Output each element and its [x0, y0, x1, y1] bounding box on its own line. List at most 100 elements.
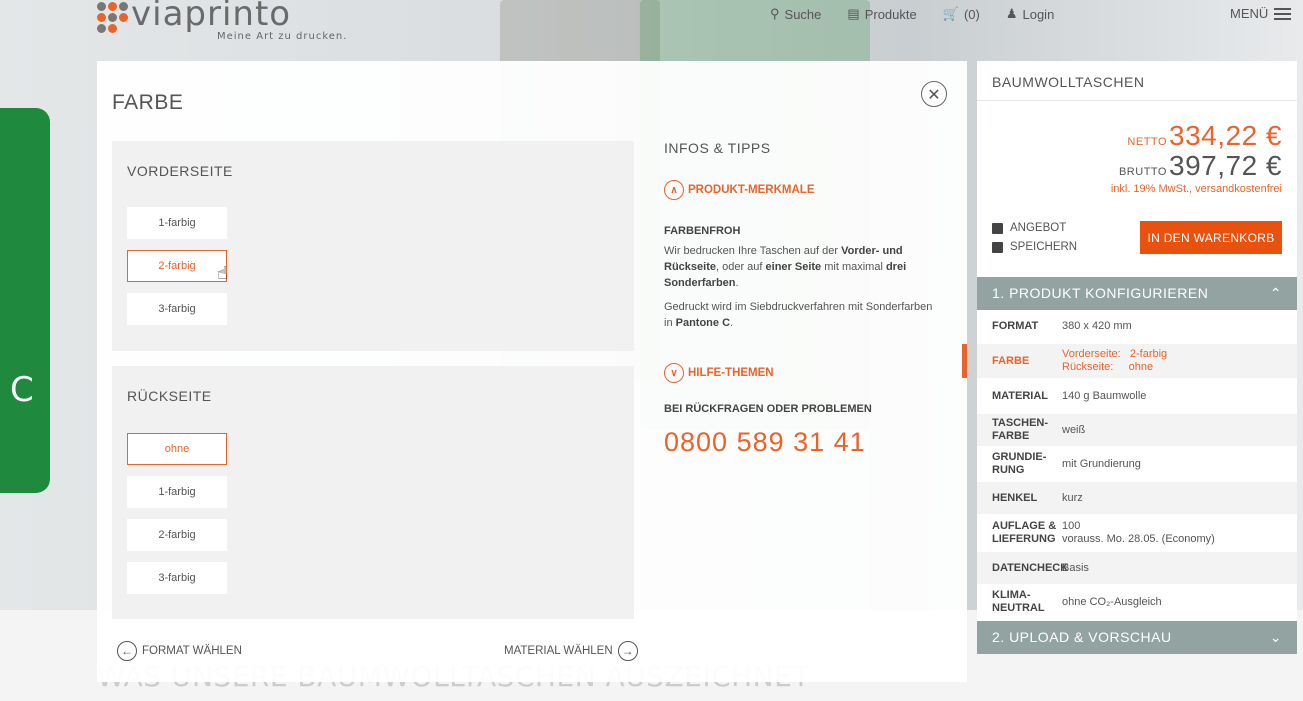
config-value: 100 vorauss. Mo. 28.05. (Economy) — [1062, 520, 1215, 545]
search-icon: ⚲ — [770, 6, 780, 21]
section-upload-header[interactable]: 2. UPLOAD & VORSCHAU ⌄ — [977, 621, 1297, 654]
save-link[interactable]: SPEICHERN — [992, 241, 1077, 253]
netto-price: NETTO 334,22 € — [1111, 121, 1282, 151]
next-step-link[interactable]: MATERIAL WÄHLEN → — [504, 641, 638, 661]
chevron-down-icon: ⌄ — [1269, 629, 1282, 645]
config-value: 140 g Baumwolle — [1062, 389, 1147, 402]
print-process-text: Gedruckt wird im Siebdruckverfahren mit … — [664, 301, 933, 329]
section-label: 1. PRODUKT KONFIGURIEREN — [992, 285, 1209, 301]
config-key: HENKEL — [992, 491, 1038, 504]
config-key: FORMAT — [992, 320, 1039, 332]
logo-mark-icon — [97, 2, 129, 33]
config-value: Basis — [1062, 561, 1089, 574]
logo[interactable]: viaprinto Meine Art zu drucken. — [97, 0, 347, 48]
contact-heading: BEI RÜCKFRAGEN ODER PROBLEMEN — [664, 403, 872, 415]
top-navigation: ⚲ Suche ▤ Produkte 🛒 (0) ♟ Login — [770, 6, 1054, 22]
config-row-handle[interactable]: HENKEL kurz — [977, 482, 1297, 516]
next-step-label: MATERIAL WÄHLEN — [504, 645, 613, 657]
config-value: ohne CO₂-Ausgleich — [1062, 595, 1162, 608]
config-row-climate-neutral[interactable]: KLIMA- NEUTRAL ohne CO₂-Ausgleich — [977, 586, 1297, 620]
prev-step-link[interactable]: ← FORMAT WÄHLEN — [117, 641, 242, 661]
accordion-product-features[interactable]: ∧ PRODUKT-MERKMALE — [664, 180, 815, 200]
product-title: BAUMWOLLTASCHEN — [977, 61, 1297, 101]
nav-label: Suche — [784, 6, 822, 22]
config-key: DATENCHECK — [992, 561, 1069, 574]
config-row-bag-color[interactable]: TASCHEN- FARBE weiß — [977, 414, 1297, 448]
chevron-up-icon: ⌃ — [1269, 285, 1282, 301]
add-to-cart-button[interactable]: IN DEN WARENKORB — [1140, 221, 1282, 254]
phone-number[interactable]: 0800 589 31 41 — [664, 427, 866, 458]
cart-icon: 🛒 — [942, 6, 959, 21]
config-value: Vorderseite: 2-farbig Rückseite: ohne — [1062, 348, 1168, 373]
hamburger-icon — [1274, 7, 1292, 20]
prev-step-label: FORMAT WÄHLEN — [142, 645, 242, 657]
config-value: 380 x 420 mm — [1062, 320, 1132, 332]
config-row-format[interactable]: FORMAT 380 x 420 mm — [977, 311, 1297, 344]
hand-cursor-icon: ☝ — [217, 263, 228, 284]
nav-search[interactable]: ⚲ Suche — [770, 6, 821, 22]
config-row-quantity-delivery[interactable]: AUFLAGE & LIEFERUNG 100 vorauss. Mo. 28.… — [977, 516, 1297, 552]
config-key: MATERIAL — [992, 389, 1049, 402]
front-side-box: VORDERSEITE 1-farbig 2-farbig 3-farbig — [112, 141, 634, 351]
logo-tagline: Meine Art zu drucken. — [217, 31, 348, 42]
config-row-farbe[interactable]: FARBE Vorderseite: 2-farbig Rückseite: o… — [977, 344, 1297, 380]
arrow-right-icon: → — [617, 641, 638, 661]
config-list: FORMAT 380 x 420 mm FARBE Vorderseite: 2… — [977, 311, 1297, 620]
cart-count: (0) — [963, 6, 980, 22]
chevron-up-icon: ∧ — [664, 180, 684, 200]
order-sidebar: BAUMWOLLTASCHEN NETTO 334,22 € BRUTTO 39… — [977, 61, 1297, 654]
products-icon: ▤ — [847, 6, 860, 21]
info-heading: INFOS & TIPPS — [664, 140, 771, 156]
chevron-down-icon: ∨ — [664, 363, 684, 383]
save-label: SPEICHERN — [1010, 241, 1078, 253]
nav-login[interactable]: ♟ Login — [1006, 6, 1054, 22]
back-option-3-farbig[interactable]: 3-farbig — [127, 562, 227, 594]
config-key: KLIMA- NEUTRAL — [992, 589, 1045, 614]
config-key: FARBE — [992, 354, 1030, 367]
config-value: weiß — [1062, 423, 1086, 436]
feature-text: Wir bedrucken Ihre Taschen auf der Vorde… — [664, 245, 907, 289]
nav-products[interactable]: ▤ Produkte — [847, 6, 916, 22]
back-option-1-farbig[interactable]: 1-farbig — [127, 476, 227, 508]
front-option-2-farbig[interactable]: 2-farbig — [127, 250, 227, 282]
menu-button[interactable]: MENÜ — [1230, 6, 1292, 21]
config-row-primer[interactable]: GRUNDIE- RUNG mit Grundierung — [977, 448, 1297, 482]
config-row-material[interactable]: MATERIAL 140 g Baumwolle — [977, 380, 1297, 414]
nav-label: Login — [1022, 6, 1055, 22]
vat-note: inkl. 19% MwSt., versandkostenfrei — [1110, 183, 1282, 195]
back-option-ohne[interactable]: ohne — [127, 433, 227, 465]
section-label: 2. UPLOAD & VORSCHAU — [992, 629, 1172, 645]
front-side-title: VORDERSEITE — [127, 163, 233, 179]
active-step-marker — [962, 344, 967, 378]
config-key: AUFLAGE & LIEFERUNG — [992, 520, 1057, 545]
netto-value: 334,22 € — [1169, 120, 1282, 151]
front-option-3-farbig[interactable]: 3-farbig — [127, 293, 227, 325]
accordion-help-topics[interactable]: ∨ HILFE-THEMEN — [664, 363, 774, 383]
brutto-price: BRUTTO 397,72 € — [1111, 151, 1282, 181]
accordion-label: HILFE-THEMEN — [688, 367, 774, 379]
arrow-left-icon: ← — [117, 641, 137, 661]
section-configure-header[interactable]: 1. PRODUKT KONFIGURIEREN ⌃ — [977, 277, 1297, 310]
brutto-value: 397,72 € — [1169, 150, 1282, 181]
feature-heading: FARBENFROH — [664, 225, 741, 237]
menu-label: MENÜ — [1230, 6, 1269, 21]
bag-print: C — [10, 370, 34, 410]
back-option-2-farbig[interactable]: 2-farbig — [127, 519, 227, 551]
back-side-title: RÜCKSEITE — [127, 388, 212, 404]
offer-link[interactable]: ANGEBOT — [992, 222, 1066, 234]
config-row-datacheck[interactable]: DATENCHECK Basis — [977, 552, 1297, 586]
offer-label: ANGEBOT — [1010, 222, 1067, 234]
close-button[interactable]: ✕ — [921, 81, 947, 107]
config-key: TASCHEN- FARBE — [992, 417, 1049, 442]
nav-cart[interactable]: 🛒 (0) — [943, 6, 980, 22]
green-bag-image: C — [0, 108, 50, 493]
save-icon — [992, 241, 1003, 253]
accordion-label: PRODUKT-MERKMALE — [688, 184, 815, 196]
close-icon: ✕ — [927, 84, 941, 104]
user-icon: ♟ — [1005, 6, 1018, 21]
back-side-box: RÜCKSEITE ohne 1-farbig 2-farbig 3-farbi… — [112, 366, 634, 619]
brutto-label: BRUTTO — [1118, 166, 1167, 178]
front-option-1-farbig[interactable]: 1-farbig — [127, 207, 227, 239]
config-key: GRUNDIE- RUNG — [992, 451, 1047, 476]
color-config-panel: FARBE ✕ VORDERSEITE 1-farbig 2-farbig 3-… — [97, 61, 967, 682]
